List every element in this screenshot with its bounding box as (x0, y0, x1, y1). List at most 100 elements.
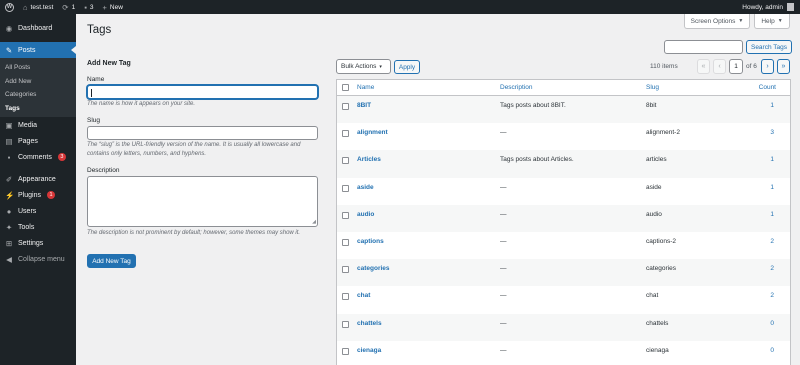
pin-icon: ✎ (5, 45, 13, 55)
slug-field[interactable] (87, 126, 318, 140)
select-all-checkbox[interactable] (342, 84, 349, 91)
tag-name-link[interactable]: 8BIT (357, 102, 371, 109)
site-name-link[interactable]: ⌂ test.test (23, 3, 53, 12)
avatar (787, 3, 794, 11)
column-header-description[interactable]: Description (500, 84, 533, 91)
tag-count-link[interactable]: 0 (770, 347, 774, 354)
tag-name-link[interactable]: chattels (357, 320, 382, 327)
row-checkbox[interactable] (342, 184, 349, 192)
current-page-input[interactable]: 1 (729, 59, 743, 74)
sidebar-item-label: Media (18, 121, 38, 129)
first-page-button[interactable]: « (697, 59, 710, 74)
collapse-label: Collapse menu (18, 255, 65, 263)
tag-slug: chattels (646, 319, 669, 327)
page-icon: ▤ (5, 136, 13, 146)
tag-count-link[interactable]: 1 (770, 156, 774, 163)
bulk-actions-select[interactable]: Bulk Actions ▾ (336, 59, 391, 74)
search-input[interactable] (664, 40, 743, 54)
sidebar-item-users[interactable]: ● Users (0, 203, 76, 219)
submenu-item-categories[interactable]: Categories (0, 88, 76, 102)
new-content-link[interactable]: + New (103, 3, 123, 12)
screen-options-button[interactable]: Screen Options ▼ (684, 14, 750, 29)
page-title: Tags (87, 24, 112, 36)
tag-count-link[interactable]: 0 (770, 320, 774, 327)
table-row: Articles Tags posts about Articles. articl… (337, 150, 790, 178)
text-caret (91, 89, 92, 97)
dashboard-icon: ◉ (5, 23, 13, 33)
last-page-button[interactable]: » (777, 59, 790, 74)
sidebar-item-media[interactable]: ▣ Media (0, 117, 76, 133)
sidebar-item-posts[interactable]: ✎ Posts (0, 42, 76, 58)
tags-table: Name Description Slug Count 8BIT Tags pos… (336, 79, 791, 365)
tag-name-link[interactable]: captions (357, 238, 384, 245)
tag-description: Tags posts about 8BIT. (500, 102, 566, 109)
tag-count-link[interactable]: 2 (770, 238, 774, 245)
row-checkbox[interactable] (342, 103, 349, 110)
updates-link[interactable]: ⟳ 1 (62, 3, 75, 12)
row-checkbox[interactable] (342, 320, 349, 328)
table-row: chattels — chattels 0 (337, 313, 790, 341)
column-header-slug[interactable]: Slug (646, 84, 659, 91)
tag-count-link[interactable]: 2 (770, 292, 774, 299)
description-field[interactable]: ◢ (87, 176, 318, 227)
sidebar-item-tools[interactable]: ✦ Tools (0, 219, 76, 235)
tag-count-link[interactable]: 1 (770, 184, 774, 191)
tag-description: — (500, 210, 507, 218)
account-menu[interactable]: Howdy, admin (742, 0, 794, 14)
plugin-icon: ⚡ (5, 190, 15, 200)
submenu-item-all-posts[interactable]: All Posts (0, 61, 76, 75)
tag-count-link[interactable]: 1 (770, 102, 774, 109)
table-row: categories — categories 2 (337, 259, 790, 287)
collapse-menu-button[interactable]: ◀ Collapse menu (0, 251, 76, 267)
wrench-icon: ✦ (5, 222, 13, 232)
tag-slug: 8bit (646, 102, 657, 109)
row-checkbox[interactable] (342, 266, 349, 274)
sidebar-item-label: Comments (18, 153, 52, 161)
sidebar-item-comments[interactable]: ▪ Comments 3 (0, 149, 76, 165)
sidebar-item-plugins[interactable]: ⚡ Plugins 1 (0, 187, 76, 203)
tag-name-link[interactable]: cienaga (357, 347, 381, 354)
wordpress-logo-icon[interactable]: W (5, 2, 14, 12)
tag-description: — (500, 183, 507, 191)
tag-slug: aside (646, 183, 662, 191)
name-field[interactable] (87, 85, 318, 99)
apply-button[interactable]: Apply (394, 60, 420, 74)
row-checkbox[interactable] (342, 157, 349, 165)
tag-description: — (500, 346, 507, 354)
table-row: cienaga — cienaga 0 (337, 341, 790, 365)
submenu-item-add-new[interactable]: Add New (0, 75, 76, 89)
sidebar-item-pages[interactable]: ▤ Pages (0, 133, 76, 149)
sidebar-item-dashboard[interactable]: ◉ Dashboard (0, 20, 76, 36)
row-checkbox[interactable] (342, 238, 349, 246)
search-tags-button[interactable]: Search Tags (746, 40, 792, 54)
tag-count-link[interactable]: 1 (770, 211, 774, 218)
submenu-item-tags[interactable]: Tags (0, 102, 76, 116)
table-header: Name Description Slug Count (337, 80, 790, 96)
row-checkbox[interactable] (342, 211, 349, 219)
tag-name-link[interactable]: chat (357, 292, 370, 299)
row-checkbox[interactable] (342, 293, 349, 301)
tag-count-link[interactable]: 2 (770, 265, 774, 272)
add-new-tag-button[interactable]: Add New Tag (87, 254, 136, 268)
table-row: captions — captions-2 2 (337, 232, 790, 259)
resize-grip-icon[interactable]: ◢ (312, 219, 316, 225)
column-header-count[interactable]: Count (759, 84, 776, 91)
tag-name-link[interactable]: aside (357, 184, 374, 191)
row-checkbox[interactable] (342, 347, 349, 355)
items-count: 110 items (650, 63, 678, 70)
prev-page-button[interactable]: ‹ (713, 59, 726, 74)
sidebar-item-appearance[interactable]: ✐ Appearance (0, 171, 76, 187)
row-checkbox[interactable] (342, 130, 349, 138)
tag-name-link[interactable]: audio (357, 211, 374, 218)
tag-name-link[interactable]: Articles (357, 156, 381, 163)
help-button[interactable]: Help ▼ (754, 14, 790, 29)
sidebar-item-settings[interactable]: ⊞ Settings (0, 235, 76, 251)
name-label: Name (87, 76, 105, 83)
next-page-button[interactable]: › (761, 59, 774, 74)
comments-link[interactable]: ▪ 3 (84, 3, 93, 12)
help-label: Help (761, 17, 775, 25)
column-header-name[interactable]: Name (357, 84, 374, 91)
tag-name-link[interactable]: categories (357, 265, 390, 272)
tag-count-link[interactable]: 3 (770, 129, 774, 136)
tag-name-link[interactable]: alignment (357, 129, 388, 136)
